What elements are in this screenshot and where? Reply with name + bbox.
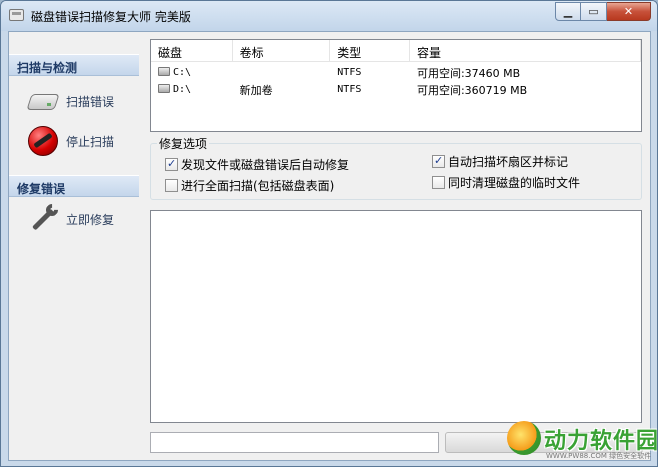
checkbox[interactable] (165, 179, 178, 192)
scan-progress-bar (445, 432, 643, 453)
drive-letter: D:\ (173, 84, 192, 95)
repair-now-label: 立即修复 (66, 212, 115, 227)
option-clean-temp[interactable]: 同时清理磁盘的临时文件 (432, 174, 580, 191)
close-button[interactable]: ✕ (607, 2, 651, 21)
volume-label: 新加卷 (239, 83, 273, 97)
option-label: 进行全面扫描(包括磁盘表面) (181, 179, 335, 193)
stop-icon (27, 125, 59, 157)
drive-letter: C:\ (173, 67, 192, 78)
status-field[interactable] (150, 432, 439, 453)
filesystem-type: NTFS (337, 67, 362, 78)
wrench-icon (27, 201, 61, 235)
scan-errors-label: 扫描错误 (66, 94, 115, 109)
left-panel: 扫描与检测 扫描错误 停止扫描 修复错误 立即修复 (9, 32, 139, 460)
checkbox[interactable] (165, 157, 178, 171)
option-full-scan[interactable]: 进行全面扫描(包括磁盘表面) (165, 177, 334, 194)
free-space: 可用空间:360719 MB (416, 83, 528, 97)
repair-options-group: 修复选项 发现文件或磁盘错误后自动修复 进行全面扫描(包括磁盘表面) 自动扫描坏… (150, 135, 642, 200)
filesystem-type: NTFS (337, 84, 362, 95)
repair-options-title: 修复选项 (157, 135, 210, 152)
column-header-type[interactable]: 类型 (330, 40, 410, 61)
close-icon: ✕ (623, 5, 634, 18)
column-header-disk[interactable]: 磁盘 (151, 40, 233, 61)
stop-scan-button[interactable]: 停止扫描 (27, 125, 114, 157)
scan-log-area[interactable] (150, 210, 642, 423)
maximize-icon: ▭ (588, 5, 599, 18)
maximize-button[interactable]: ▭ (581, 2, 607, 21)
column-header-capacity[interactable]: 容量 (410, 40, 641, 61)
column-header-label[interactable]: 卷标 (233, 40, 331, 61)
section-header-scan: 扫描与检测 (9, 54, 139, 76)
scan-errors-button[interactable]: 扫描错误 (26, 85, 115, 117)
drive-icon (158, 84, 170, 93)
repair-now-button[interactable]: 立即修复 (27, 201, 115, 235)
free-space: 可用空间:37460 MB (416, 66, 521, 80)
section-header-repair: 修复错误 (9, 175, 139, 197)
option-label: 自动扫描坏扇区并标记 (448, 155, 569, 169)
app-disk-icon (9, 9, 24, 21)
option-label: 发现文件或磁盘错误后自动修复 (181, 158, 350, 172)
main-window: 磁盘错误扫描修复大师 完美版 ▁ ▭ ✕ 扫描与检测 扫描错误 停止扫描 修复错… (0, 0, 658, 467)
stop-scan-label: 停止扫描 (66, 134, 115, 149)
disk-list-header: 磁盘 卷标 类型 容量 (151, 40, 641, 62)
table-row[interactable]: D:\ 新加卷 NTFS 可用空间:360719 MB (151, 81, 641, 98)
disk-icon (26, 85, 60, 117)
option-auto-repair[interactable]: 发现文件或磁盘错误后自动修复 (165, 156, 349, 173)
window-controls: ▁ ▭ ✕ (555, 2, 651, 21)
client-area: 扫描与检测 扫描错误 停止扫描 修复错误 立即修复 磁盘 卷标 类型 容量 C:… (8, 31, 651, 461)
drive-icon (158, 67, 170, 76)
minimize-button[interactable]: ▁ (555, 2, 581, 21)
checkbox[interactable] (432, 176, 445, 189)
window-title: 磁盘错误扫描修复大师 完美版 (31, 10, 191, 24)
disk-list[interactable]: 磁盘 卷标 类型 容量 C:\ NTFS 可用空间:37460 MB D:\ 新… (150, 39, 642, 132)
option-label: 同时清理磁盘的临时文件 (448, 176, 581, 190)
option-mark-bad-sectors[interactable]: 自动扫描坏扇区并标记 (432, 153, 568, 170)
table-row[interactable]: C:\ NTFS 可用空间:37460 MB (151, 64, 641, 81)
minimize-icon: ▁ (563, 5, 573, 18)
title-bar[interactable]: 磁盘错误扫描修复大师 完美版 ▁ ▭ ✕ (1, 1, 657, 31)
checkbox[interactable] (432, 154, 445, 168)
